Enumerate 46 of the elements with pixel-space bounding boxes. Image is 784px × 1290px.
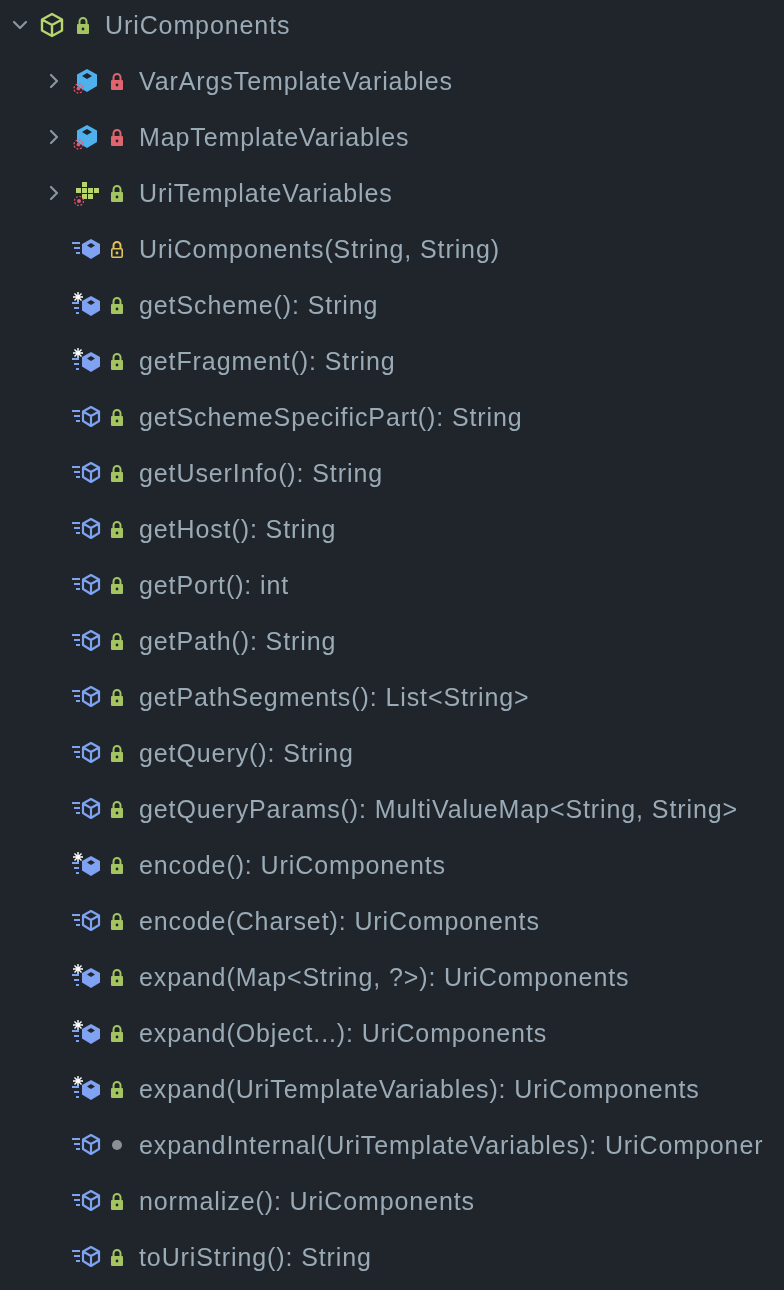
tree-item-label[interactable]: getSchemeSpecificPart(): String xyxy=(139,402,523,432)
method-icon xyxy=(71,236,101,262)
tree-item-label[interactable]: UriComponents xyxy=(105,10,291,40)
tree-item-label[interactable]: getFragment(): String xyxy=(139,346,396,376)
method-icon xyxy=(71,628,101,654)
tree-item-label[interactable]: expandInternal(UriTemplateVariables): UriComponer xyxy=(139,1130,764,1160)
tree-item-label[interactable]: encode(): UriComponents xyxy=(139,850,446,880)
cube-icon xyxy=(39,12,65,38)
method-icon xyxy=(71,404,101,430)
method-icon xyxy=(71,516,101,542)
tree-item-label[interactable]: UriComponents(String, String) xyxy=(139,234,500,264)
tree-item-label[interactable]: expand(Object...): UriComponents xyxy=(139,1018,548,1048)
grid-icon xyxy=(72,179,100,207)
method-icon xyxy=(71,796,101,822)
method-icon xyxy=(71,1188,101,1214)
static-method-icon xyxy=(71,1019,101,1047)
static-method-icon xyxy=(71,963,101,991)
static-method-icon xyxy=(71,291,101,319)
method-icon xyxy=(71,684,101,710)
tree-item-label[interactable]: getUserInfo(): String xyxy=(139,458,383,488)
tree-item-label[interactable]: expand(UriTemplateVariables): UriComponents xyxy=(139,1074,700,1104)
tree-item-label[interactable]: getPathSegments(): List<String> xyxy=(139,682,530,712)
static-method-icon xyxy=(71,347,101,375)
tree-item-label[interactable]: MapTemplateVariables xyxy=(139,122,410,152)
tree-item-label[interactable]: getScheme(): String xyxy=(139,290,379,320)
cube-icon xyxy=(72,123,100,151)
static-method-icon xyxy=(71,1075,101,1103)
method-icon xyxy=(71,1244,101,1270)
tree-item-label[interactable]: toUriString(): String xyxy=(139,1242,372,1272)
tree-item-label[interactable]: UriTemplateVariables xyxy=(139,178,393,208)
tree-item-label[interactable]: expand(Map<String, ?>): UriComponents xyxy=(139,962,630,992)
tree-item-label[interactable]: normalize(): UriComponents xyxy=(139,1186,475,1216)
tree-item-label[interactable]: getPath(): String xyxy=(139,626,337,656)
tree-item-label[interactable]: getQuery(): String xyxy=(139,738,354,768)
cube-icon xyxy=(72,67,100,95)
tree-item-label[interactable]: encode(Charset): UriComponents xyxy=(139,906,540,936)
method-icon xyxy=(71,740,101,766)
method-icon xyxy=(71,908,101,934)
tree-item-label[interactable]: getPort(): int xyxy=(139,570,290,600)
method-icon xyxy=(71,1132,101,1158)
tree-item-label[interactable]: getHost(): String xyxy=(139,514,337,544)
method-icon xyxy=(71,460,101,486)
static-method-icon xyxy=(71,851,101,879)
tree-item-label[interactable]: getQueryParams(): MultiValueMap<String, String> xyxy=(139,794,738,824)
tree-item-label[interactable]: VarArgsTemplateVariables xyxy=(139,66,453,96)
method-icon xyxy=(71,572,101,598)
